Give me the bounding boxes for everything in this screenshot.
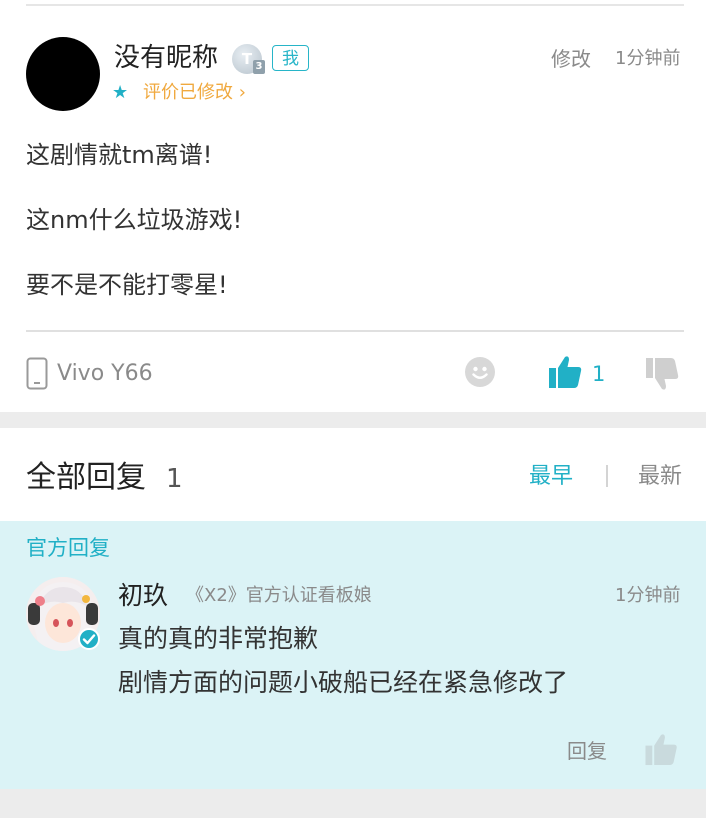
edit-button[interactable]: 修改	[551, 44, 591, 74]
official-reply-line: 真的真的非常抱歉	[118, 624, 319, 653]
official-reply-time: 1分钟前	[615, 585, 681, 606]
username[interactable]: 没有昵称	[114, 40, 218, 76]
device-name: Vivo Y66	[57, 361, 153, 386]
review-divider	[26, 330, 684, 332]
edited-review-link[interactable]: 评价已修改 ›	[143, 80, 246, 106]
thumb-up-icon[interactable]	[549, 355, 582, 393]
reply-button[interactable]: 回复	[567, 737, 607, 765]
level-badge-icon: T 3	[232, 44, 265, 74]
emoji-react-icon[interactable]	[465, 357, 495, 391]
review-text-line: 这nm什么垃圾游戏!	[26, 206, 243, 234]
user-avatar[interactable]	[26, 37, 100, 111]
replies-title: 全部回复	[26, 460, 146, 495]
top-divider	[26, 4, 684, 6]
review-time: 1分钟前	[615, 48, 681, 69]
bottom-separator	[0, 789, 706, 818]
review-text-line: 这剧情就tm离谱!	[26, 141, 213, 169]
official-reply-label: 官方回复	[26, 536, 110, 560]
official-name[interactable]: 初玖	[118, 579, 168, 613]
review-text-line: 要不是不能打零星!	[26, 271, 228, 299]
official-title-tag: 《X2》官方认证看板娘	[186, 585, 372, 606]
sort-earliest-button[interactable]: 最早	[529, 461, 573, 493]
star-icon: ★	[112, 82, 129, 103]
phone-icon	[26, 357, 48, 394]
section-separator	[0, 412, 706, 428]
thumb-down-icon[interactable]	[646, 357, 679, 395]
verified-icon	[78, 628, 100, 654]
sort-newest-button[interactable]: 最新	[638, 461, 682, 493]
official-thumb-up-icon[interactable]	[645, 733, 678, 770]
like-count: 1	[592, 362, 606, 386]
official-reply-line: 剧情方面的问题小破船已经在紧急修改了	[118, 668, 569, 697]
sort-divider	[606, 465, 608, 487]
level-badge-letter: T	[241, 50, 253, 68]
me-tag: 我	[272, 45, 309, 71]
level-badge-number: 3	[253, 60, 265, 74]
replies-count: 1	[166, 464, 183, 494]
